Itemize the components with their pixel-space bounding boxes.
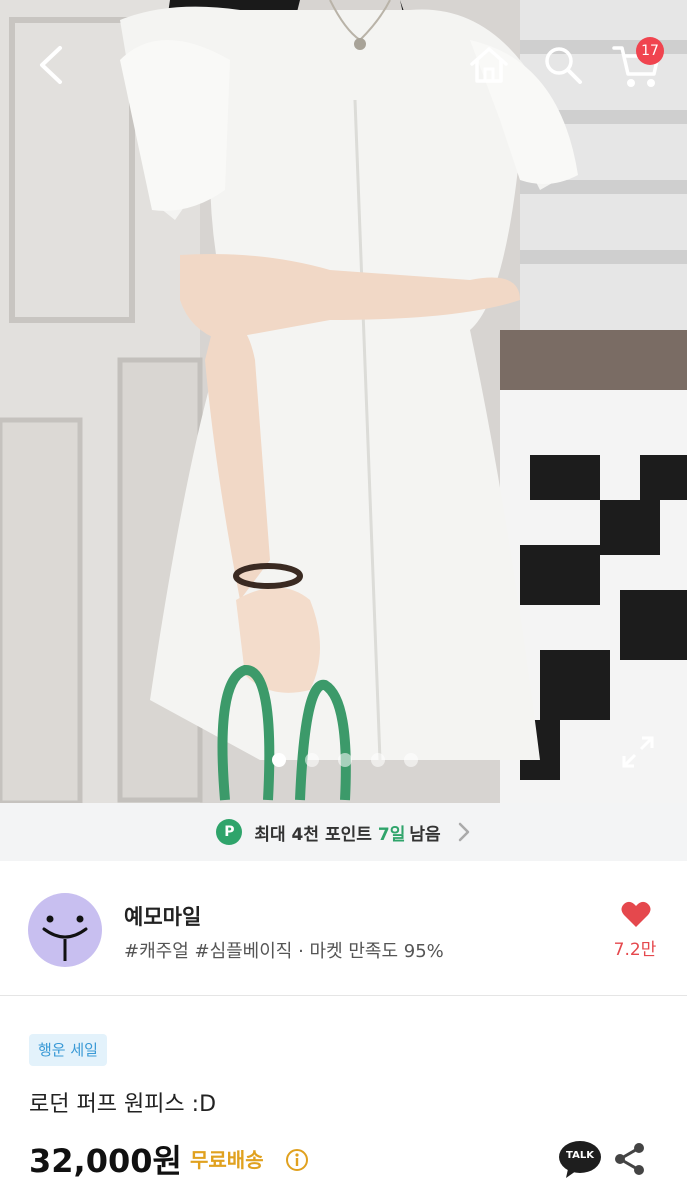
- points-suffix: 남음: [409, 824, 441, 845]
- product-image-gallery[interactable]: 17: [0, 0, 687, 803]
- points-banner[interactable]: P 최대 4천 포인트 7일 남음: [0, 803, 687, 861]
- points-text: 최대 4천 포인트: [254, 824, 372, 845]
- like-count: 7.2만: [613, 940, 657, 960]
- expand-icon: [622, 736, 654, 768]
- points-badge-icon: P: [216, 819, 243, 845]
- info-icon: [286, 1149, 308, 1171]
- product-price: 32,000원: [29, 1142, 182, 1180]
- store-logo[interactable]: [28, 893, 102, 967]
- shipping-label: 무료배송: [190, 1148, 264, 1172]
- smiley-logo-icon: [42, 915, 88, 961]
- store-info[interactable]: 예모마일 #캐주얼 #심플베이직 · 마켓 만족도 95% 7.2만: [0, 861, 687, 995]
- sale-tag: 행운 세일: [29, 1034, 107, 1066]
- share-icon: [615, 1143, 644, 1175]
- pagination-dot[interactable]: [305, 753, 319, 767]
- shipping-info-button[interactable]: [285, 1148, 309, 1172]
- pagination-dot[interactable]: [338, 753, 352, 767]
- pagination-dot[interactable]: [371, 753, 385, 767]
- chevron-right-icon: [458, 822, 469, 842]
- talk-chat-button[interactable]: TALK: [558, 1139, 602, 1179]
- share-button[interactable]: [612, 1140, 648, 1178]
- expand-image-button[interactable]: [618, 732, 658, 772]
- talk-label: TALK: [566, 1150, 594, 1161]
- product-title: 로던 퍼프 원피스 :D: [29, 1092, 217, 1117]
- store-name[interactable]: 예모마일: [124, 901, 201, 931]
- home-button[interactable]: [466, 42, 512, 88]
- pagination-dot[interactable]: [404, 753, 418, 767]
- home-icon: [470, 47, 508, 83]
- heart-icon: [621, 901, 651, 927]
- search-button[interactable]: [540, 42, 586, 88]
- points-days: 7일: [377, 824, 406, 845]
- cart-count-badge: 17: [636, 37, 664, 65]
- chevron-left-icon: [40, 46, 62, 84]
- back-button[interactable]: [30, 40, 74, 90]
- section-divider: [0, 995, 687, 996]
- search-icon: [545, 47, 582, 84]
- store-tags: #캐주얼 #심플베이직 · 마켓 만족도 95%: [124, 941, 444, 962]
- gallery-pagination: [268, 753, 428, 769]
- top-navigation-bar: 17: [0, 0, 687, 130]
- pagination-dot[interactable]: [272, 753, 286, 767]
